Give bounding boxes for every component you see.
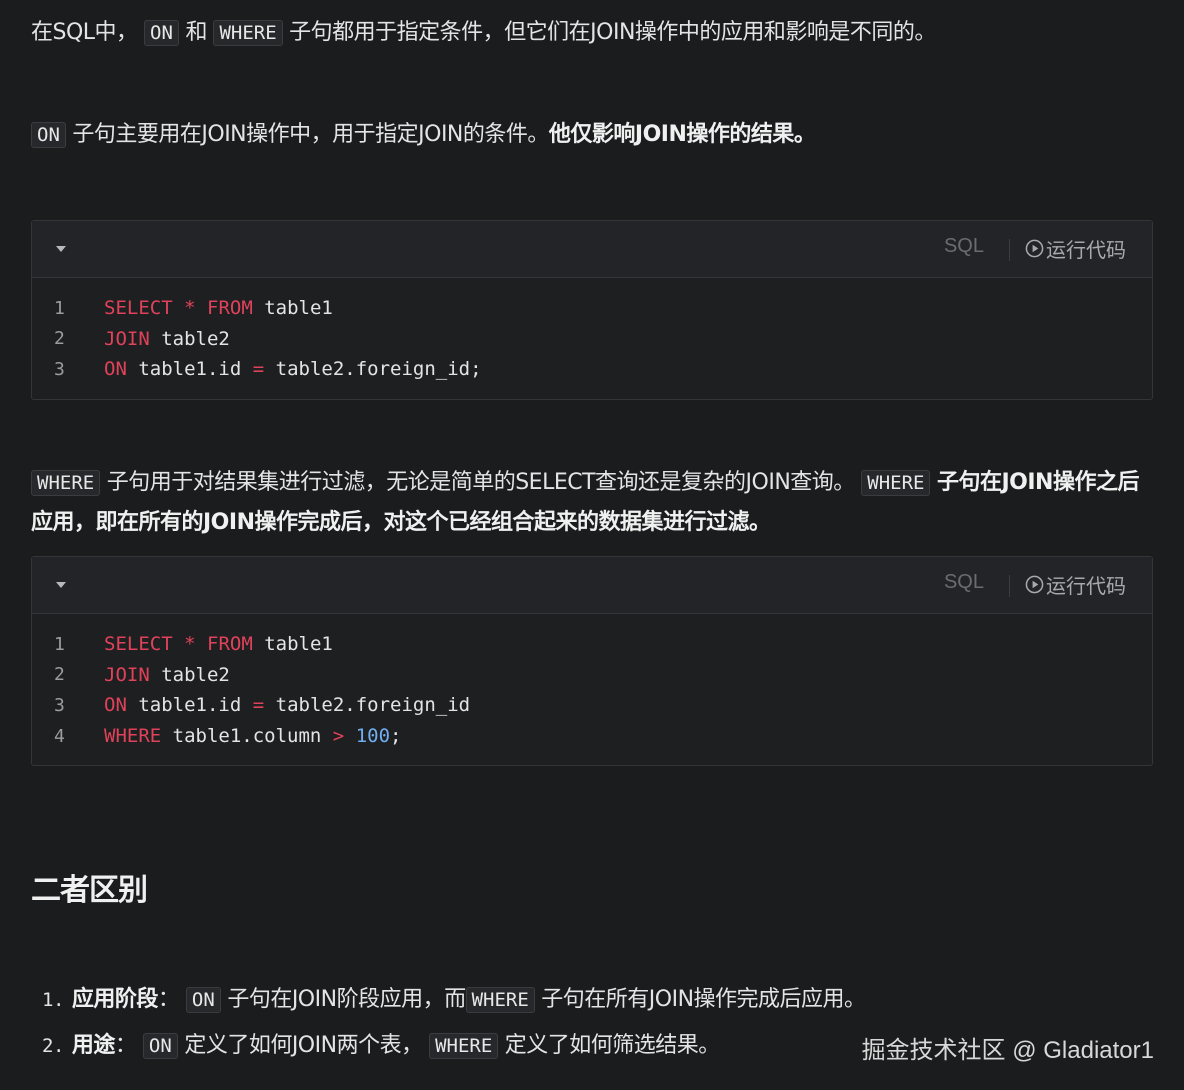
inline-code-where: WHERE: [213, 20, 283, 46]
inline-code-where: WHERE: [31, 470, 101, 496]
list-number: 1.: [42, 989, 64, 1011]
list-item-text: 定义了如何筛选结果。: [504, 1033, 721, 1058]
run-code-button[interactable]: 运行代码: [1025, 234, 1126, 263]
code-token: table1: [252, 633, 333, 656]
code-line: 4 WHERE table1.column > 100;: [32, 721, 1152, 752]
code-block-body: 1 SELECT * FROM table1 2 JOIN table2 3 ON tab…: [32, 614, 1152, 765]
where-clause-bold-1: 子句在JOIN操作: [936, 470, 1097, 495]
code-block-body: 1 SELECT * FROM table1 2 JOIN table2 3 ON tab…: [32, 278, 1152, 399]
code-line: 2 JOIN table2: [32, 660, 1152, 691]
code-line: 3 ON table1.id = table2.foreign_id;: [32, 354, 1152, 385]
intro-text-b: 和: [185, 20, 207, 45]
line-number: 2: [54, 328, 65, 350]
line-number: 4: [54, 725, 65, 747]
list-item-text: 子句在所有JOIN操作完成后应用。: [541, 987, 866, 1012]
code-token: SELECT: [104, 633, 173, 656]
on-clause-bold: 他仅影响JOIN操作的结果。: [548, 122, 816, 147]
play-circle-icon: [1025, 575, 1044, 594]
code-block-header: SQL 运行代码: [32, 557, 1152, 614]
run-code-label: 运行代码: [1046, 574, 1126, 598]
where-clause-text: 子句用于对结果集进行过滤，无论是简单的SELECT查询还是复杂的JOIN查询。: [106, 470, 856, 495]
code-block-2: SQL 运行代码 1 SELECT * FROM table1 2 JOIN tabl…: [31, 556, 1153, 767]
code-token: ;: [390, 725, 402, 748]
code-line: 2 JOIN table2: [32, 324, 1152, 355]
list-item: 2. 用途： ON 定义了如何JOIN两个表， WHERE 定义了如何筛选结果。: [42, 1027, 720, 1059]
code-token: JOIN: [104, 327, 150, 350]
code-token: FROM: [207, 297, 253, 320]
list-item-label: 用途: [71, 1033, 116, 1058]
line-number: 1: [54, 297, 65, 319]
list-colon: ：: [114, 1033, 137, 1058]
code-token: table2.foreign_id: [264, 694, 471, 717]
line-number: 1: [54, 633, 65, 655]
code-token: WHERE: [104, 725, 162, 748]
code-token: 100: [355, 725, 391, 748]
code-token: JOIN: [104, 663, 150, 686]
code-token: FROM: [207, 633, 253, 656]
code-token: *: [184, 633, 196, 656]
code-line: 3 ON table1.id = table2.foreign_id: [32, 690, 1152, 721]
watermark: 掘金技术社区 @ Gladiator1: [861, 1037, 1154, 1064]
code-token: >: [332, 725, 345, 748]
intro-text-c: 子句都用于指定条件，但它们在JOIN操作中的应用和影响是不同的。: [289, 20, 936, 45]
code-token: *: [184, 297, 196, 320]
inline-code-where: WHERE: [465, 987, 535, 1013]
code-token: =: [252, 358, 265, 381]
inline-code-on: ON: [31, 122, 66, 148]
inline-code-on: ON: [144, 20, 179, 46]
code-token: table1.column: [161, 725, 333, 748]
code-token: SELECT: [104, 297, 173, 320]
inline-code-where: WHERE: [429, 1033, 499, 1059]
run-code-button[interactable]: 运行代码: [1025, 570, 1126, 599]
inline-code-where: WHERE: [861, 470, 931, 496]
list-number: 2.: [42, 1035, 64, 1057]
where-clause-paragraph: WHERE 子句用于对结果集进行过滤，无论是简单的SELECT查询还是复杂的JO…: [31, 463, 1154, 543]
list-item-text: 子句在JOIN阶段应用，而: [227, 987, 466, 1012]
intro-text-a: 在SQL中，: [31, 20, 138, 45]
code-token: =: [252, 694, 265, 717]
code-token: table2.foreign_id;: [264, 358, 482, 381]
list-item-text: 定义了如何JOIN两个表，: [184, 1033, 423, 1058]
line-number: 2: [54, 664, 65, 686]
header-divider: [1009, 239, 1010, 261]
code-token: table1: [252, 297, 333, 320]
collapse-chevron-icon[interactable]: [56, 582, 66, 588]
inline-code-on: ON: [185, 987, 221, 1013]
section-heading: 二者区别: [31, 873, 148, 908]
code-token: ON: [104, 694, 127, 717]
code-block-header: SQL 运行代码: [32, 221, 1152, 278]
list-item-label: 应用阶段: [71, 987, 159, 1012]
code-token: table2: [149, 327, 230, 350]
on-clause-paragraph: ON 子句主要用在JOIN操作中，用于指定JOIN的条件。他仅影响JOIN操作的…: [31, 115, 1154, 155]
list-item: 1. 应用阶段： ON 子句在JOIN阶段应用，而 WHERE 子句在所有JOIN操…: [42, 981, 866, 1013]
code-block-1: SQL 运行代码 1 SELECT * FROM table1 2 JOIN tabl…: [31, 220, 1153, 400]
code-token: table1.id: [126, 694, 253, 717]
code-line: 1 SELECT * FROM table1: [32, 293, 1152, 324]
inline-code-on: ON: [142, 1033, 178, 1059]
code-language-label: SQL: [943, 235, 984, 257]
code-line: 1 SELECT * FROM table1: [32, 629, 1152, 660]
code-language-label: SQL: [943, 571, 984, 593]
run-code-label: 运行代码: [1046, 238, 1126, 262]
code-token: table2: [149, 663, 230, 686]
header-divider: [1009, 575, 1010, 597]
line-number: 3: [54, 694, 65, 716]
line-number: 3: [54, 358, 65, 380]
code-token: ON: [104, 358, 127, 381]
collapse-chevron-icon[interactable]: [56, 246, 66, 252]
on-clause-text: 子句主要用在JOIN操作中，用于指定JOIN的条件。: [72, 122, 549, 147]
list-colon: ：: [157, 987, 180, 1012]
play-circle-icon: [1025, 239, 1044, 258]
code-token: table1.id: [126, 358, 253, 381]
intro-paragraph: 在SQL中， ON 和 WHERE 子句都用于指定条件，但它们在JOIN操作中的…: [31, 13, 1154, 53]
article-page: 在SQL中， ON 和 WHERE 子句都用于指定条件，但它们在JOIN操作中的…: [0, 0, 1184, 1090]
